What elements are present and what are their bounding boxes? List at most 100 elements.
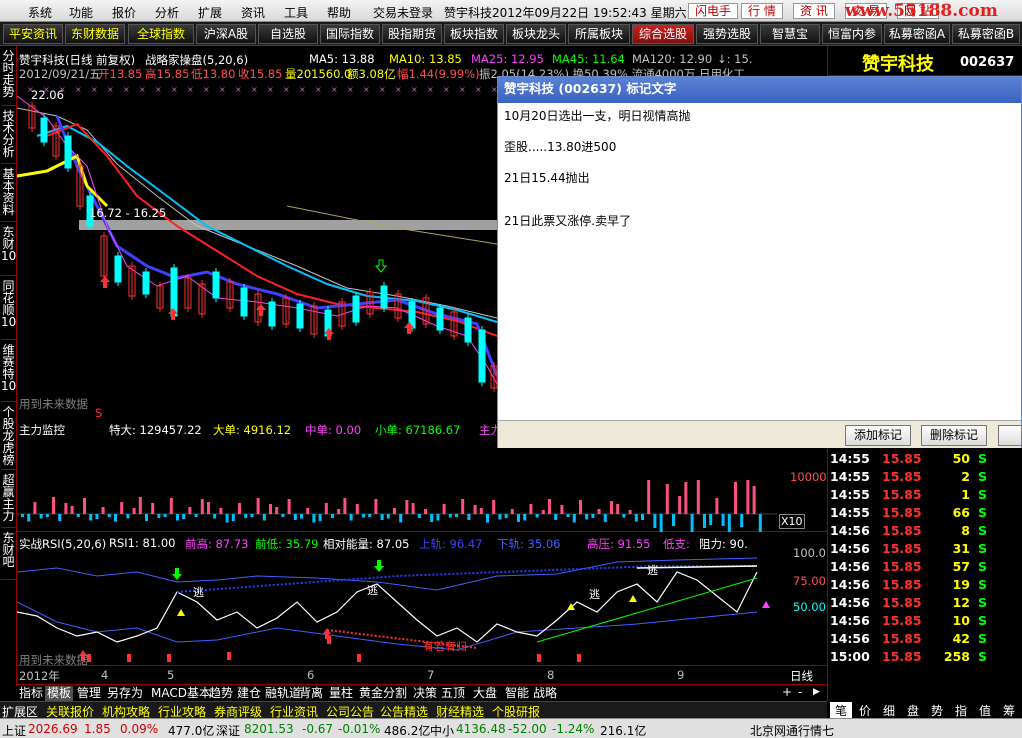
flow-bar: [225, 514, 229, 523]
quote-close: 收15.85: [238, 67, 283, 81]
flow-bar: [727, 514, 731, 532]
tick-price: 15.85: [882, 451, 922, 466]
indicator-tab[interactable]: 背离: [297, 686, 325, 701]
flow-bar: [262, 514, 266, 521]
indicator-tab[interactable]: 另存为: [105, 686, 145, 701]
sh-pct: 0.09%: [120, 722, 159, 736]
tick-price: 15.85: [882, 487, 922, 502]
flow-bar: [430, 514, 434, 522]
flow-bar: [256, 498, 260, 514]
menu-analysis[interactable]: 分析: [155, 4, 179, 21]
indicator-tab[interactable]: MACD基本: [149, 686, 213, 701]
zx-label: 中小: [430, 724, 455, 738]
toolbar-private-a[interactable]: 私募密函A: [884, 24, 950, 44]
toolbar-screener[interactable]: 综合选股: [632, 24, 694, 44]
delete-mark-button[interactable]: 删除标记: [921, 425, 987, 446]
rsi-yellow-triangle-icon: [177, 609, 185, 616]
toolbar-global-index[interactable]: 全球指数: [128, 24, 194, 44]
toolbar-futures[interactable]: 股指期货: [382, 24, 442, 44]
tick-time: 14:55: [830, 469, 870, 484]
indicator-tab[interactable]: 大盘: [471, 686, 499, 701]
quote-open: 开13.85: [98, 67, 143, 81]
dialog-title[interactable]: 赞宇科技 (002637) 标记文字: [498, 77, 1021, 103]
menu-news[interactable]: 资讯: [241, 4, 265, 21]
sz-amount: 486.2亿: [384, 724, 431, 738]
dialog-extra-button[interactable]: [998, 425, 1022, 446]
tab-ths10[interactable]: 同花顺10: [1, 278, 16, 340]
tick-price: 15.85: [882, 559, 922, 574]
toolbar-strong-picker[interactable]: 强势选股: [696, 24, 758, 44]
menu-trade-login[interactable]: 交易未登录: [373, 4, 433, 21]
flow-bar: [399, 514, 403, 523]
toolbar-pingan-news[interactable]: 平安资讯: [3, 24, 63, 44]
flow-bar: [138, 497, 142, 514]
period-label[interactable]: 日线: [790, 668, 813, 684]
mark-text-area[interactable]: 10月20日选出一支，明日视情高抛 歪股.....13.80进500 21日15…: [498, 103, 1021, 420]
flow-bar: [510, 509, 514, 514]
toolbar-private-b[interactable]: 私募密函B: [952, 24, 1020, 44]
detail-tab[interactable]: 笔: [830, 702, 852, 719]
indicator-tab[interactable]: 管理: [75, 686, 103, 701]
flow-bar: [591, 514, 595, 518]
x-label-2012: 2012年: [19, 669, 60, 683]
tab-technical[interactable]: 技术分析: [1, 108, 16, 164]
menu-help[interactable]: 帮助: [327, 4, 351, 21]
tab-dongcai-bar[interactable]: 东财吧: [1, 530, 16, 580]
detail-tab[interactable]: 细: [878, 702, 900, 719]
rsi-pane[interactable]: 实战RSI(5,20,6) RSI1: 81.00 前高: 87.73 前低: …: [17, 532, 827, 667]
ma5-label: MA5: 13.88: [309, 52, 375, 66]
tab-weisaite10[interactable]: 维赛特10: [1, 342, 16, 402]
cross-marker: ×: [139, 85, 146, 94]
detail-tab[interactable]: 盘: [902, 702, 924, 719]
detail-tab[interactable]: 价: [854, 702, 876, 719]
flow-bar: [207, 502, 210, 514]
toolbar-zhihuibao[interactable]: 智慧宝: [760, 24, 820, 44]
toolbar-sector-leader[interactable]: 板块龙头: [506, 24, 566, 44]
tick-volume: 258: [943, 649, 970, 664]
indicator-tab[interactable]: 黄金分割: [357, 686, 409, 701]
indicator-tab[interactable]: 量柱: [327, 686, 355, 701]
indicator-tab[interactable]: 决策: [411, 686, 439, 701]
detail-tab[interactable]: 筹: [998, 702, 1020, 719]
tab-dongcai10[interactable]: 东财10: [1, 224, 16, 276]
toolbar-a-shares[interactable]: 沪深A股: [196, 24, 256, 44]
indicator-tab[interactable]: 五顶: [439, 686, 467, 701]
detail-tab[interactable]: 值: [974, 702, 996, 719]
indicator-tab[interactable]: 战略: [531, 686, 559, 701]
tick-side: S: [978, 631, 988, 646]
toolbar-hengfu[interactable]: 恒富内参: [822, 24, 882, 44]
toolbar-sector-index[interactable]: 板块指数: [444, 24, 504, 44]
network-label: 北京网通行情七: [750, 724, 835, 738]
indicator-tab[interactable]: 趋势: [207, 686, 235, 701]
toolbar-watchlist[interactable]: 自选股: [258, 24, 318, 44]
menu-tools[interactable]: 工具: [284, 4, 308, 21]
detail-tab[interactable]: 势: [926, 702, 948, 719]
news-button[interactable]: 资 讯: [793, 3, 835, 19]
tab-dragon-tiger[interactable]: 个股龙虎榜: [1, 404, 16, 470]
tab-fundamentals[interactable]: 基本资料: [1, 166, 16, 222]
menu-quote[interactable]: 报价: [112, 4, 136, 21]
menu-system[interactable]: 系统: [28, 4, 52, 21]
tab-intraday[interactable]: 分时走势: [1, 48, 16, 106]
menu-extend[interactable]: 扩展: [198, 4, 222, 21]
tab-super-main[interactable]: 超赢主力: [1, 472, 16, 528]
add-mark-button[interactable]: 添加标记: [845, 425, 911, 446]
flow-bar: [597, 509, 601, 514]
scroll-right-icon[interactable]: ▶: [813, 687, 820, 697]
toolbar-own-sector[interactable]: 所属板块: [568, 24, 630, 44]
zoom-out-button[interactable]: -: [798, 685, 802, 699]
candle-body: [142, 271, 150, 295]
indicator-tab[interactable]: 建仓: [235, 686, 263, 701]
indicator-tab[interactable]: 指标: [17, 686, 45, 701]
toolbar-intl-index[interactable]: 国际指数: [320, 24, 380, 44]
tick-list[interactable]: 14:55 15.85 50 S 14:55 15.85 2 S 14:55 15.85 1 S 14:…: [828, 446, 1022, 686]
toolbar-dongcai-data[interactable]: 东财数据: [65, 24, 125, 44]
market-button[interactable]: 行 情: [741, 3, 783, 19]
indicator-tab[interactable]: 智能: [503, 686, 531, 701]
zoom-in-button[interactable]: +: [782, 685, 792, 699]
indicator-tab[interactable]: 模板: [45, 686, 74, 701]
detail-tab[interactable]: 指: [950, 702, 972, 719]
flash-trade-button[interactable]: 闪电手: [688, 3, 739, 19]
menu-function[interactable]: 功能: [69, 4, 93, 21]
tick-side: S: [978, 649, 988, 664]
